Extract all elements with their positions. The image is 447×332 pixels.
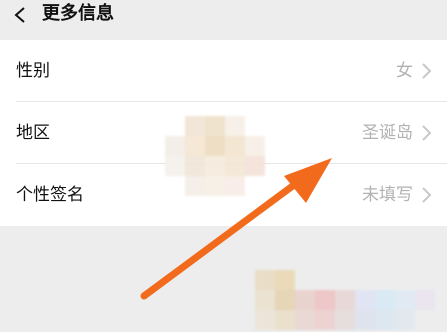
row-label-signature: 个性签名 xyxy=(16,185,84,205)
chevron-right-icon xyxy=(422,187,432,203)
privacy-mosaic xyxy=(165,116,275,196)
page-title: 更多信息 xyxy=(42,3,114,24)
header: 更多信息 xyxy=(0,0,447,40)
row-value-signature: 未填写 xyxy=(362,185,413,205)
privacy-mosaic xyxy=(255,270,447,332)
row-label-gender: 性别 xyxy=(16,61,50,81)
row-label-region: 地区 xyxy=(16,123,50,143)
chevron-right-icon xyxy=(422,125,432,141)
chevron-right-icon xyxy=(422,63,432,79)
row-value-gender: 女 xyxy=(396,61,413,81)
row-gender[interactable]: 性别 女 xyxy=(0,40,447,102)
chevron-left-icon[interactable] xyxy=(6,2,36,32)
row-value-region: 圣诞岛 xyxy=(362,123,413,143)
